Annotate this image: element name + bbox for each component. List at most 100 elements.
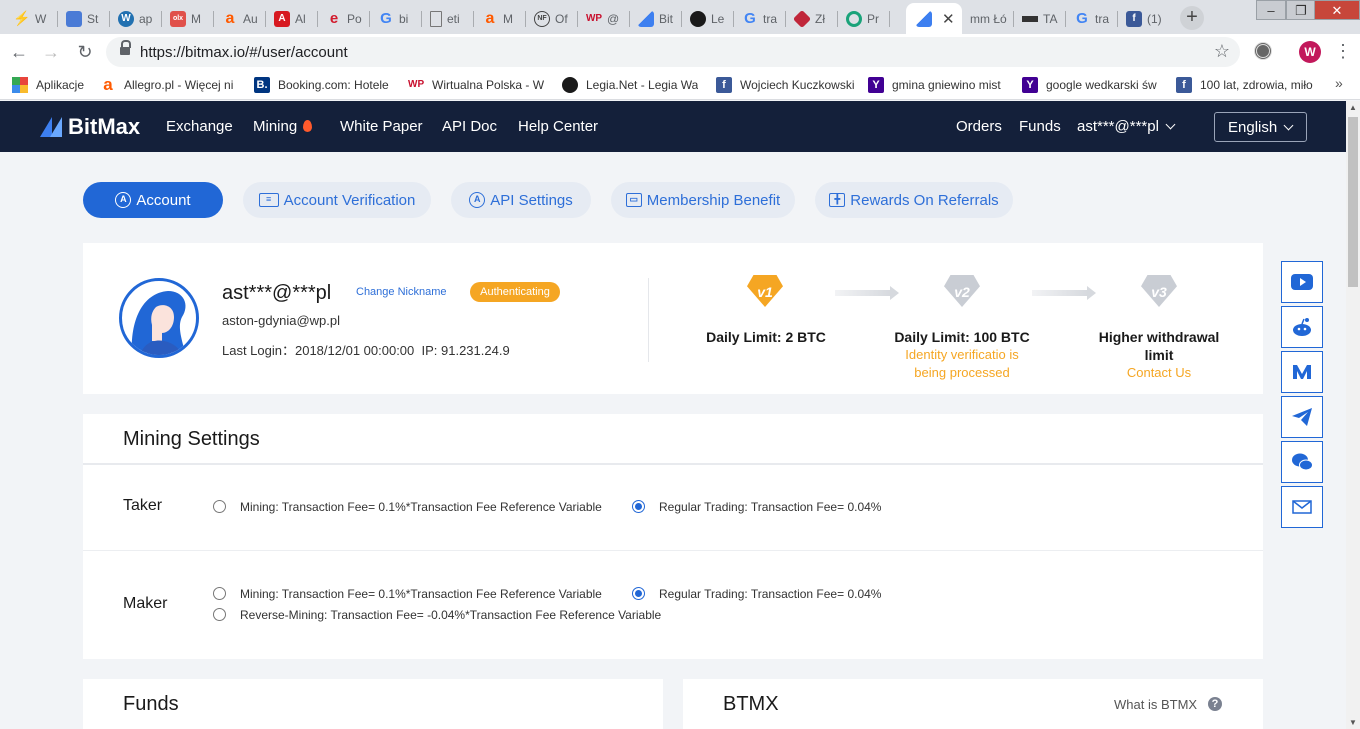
- nav-exchange[interactable]: Exchange: [166, 118, 233, 135]
- url-text[interactable]: https://bitmax.io/#/user/account: [140, 44, 348, 61]
- reddit-icon[interactable]: [1281, 306, 1323, 348]
- browser-tab[interactable]: TA: [1014, 3, 1066, 34]
- account-icon: A: [115, 192, 132, 208]
- tab-account[interactable]: A Account: [83, 182, 223, 218]
- taker-regular-option[interactable]: Regular Trading: Transaction Fee= 0.04%: [659, 500, 881, 514]
- browser-tab[interactable]: Bit: [630, 3, 682, 34]
- mail-icon[interactable]: [1281, 486, 1323, 528]
- browser-tab[interactable]: Le: [682, 3, 734, 34]
- browser-tab[interactable]: G bi: [370, 3, 422, 34]
- apps-grid-icon: [12, 77, 28, 93]
- bookmark-item[interactable]: Y gmina gniewino mist: [868, 76, 1008, 94]
- help-icon[interactable]: ?: [1208, 697, 1222, 711]
- bookmark-star-icon[interactable]: ☆: [1214, 41, 1230, 62]
- mining-settings-title: Mining Settings: [123, 428, 260, 450]
- level-v1-badge: v1: [747, 275, 787, 311]
- minimize-button[interactable]: –: [1256, 0, 1286, 20]
- bookmark-item[interactable]: a Allegro.pl - Więcej ni: [100, 76, 237, 94]
- tab-membership-benefit[interactable]: ▭ Membership Benefit: [611, 182, 795, 218]
- medium-icon[interactable]: [1281, 351, 1323, 393]
- bookmark-item[interactable]: f 100 lat, zdrowia, miło: [1176, 76, 1314, 94]
- bookmark-item[interactable]: Y google wedkarski św: [1022, 76, 1162, 94]
- user-illustration-icon: [131, 291, 186, 355]
- browser-tab[interactable]: f (1): [1118, 3, 1174, 34]
- google-icon: G: [380, 10, 392, 27]
- mining-settings-card: [83, 414, 1263, 659]
- reload-icon[interactable]: ↻: [74, 42, 96, 64]
- language-select[interactable]: English: [1214, 112, 1307, 142]
- browser-tab[interactable]: WP @: [578, 3, 630, 34]
- scroll-down-icon[interactable]: ▼: [1349, 718, 1357, 727]
- browser-tab[interactable]: a Au: [214, 3, 266, 34]
- browser-tab[interactable]: olx M: [162, 3, 214, 34]
- maker-regular-option[interactable]: Regular Trading: Transaction Fee= 0.04%: [659, 587, 881, 601]
- browser-menu-icon[interactable]: ⋮: [1334, 40, 1352, 62]
- bookmark-item[interactable]: WP Wirtualna Polska - W: [408, 76, 544, 94]
- profile-avatar[interactable]: W: [1299, 41, 1321, 63]
- browser-tab[interactable]: e Po: [318, 3, 370, 34]
- new-tab-button[interactable]: +: [1180, 6, 1204, 30]
- bookmarks-overflow-icon[interactable]: »: [1335, 75, 1343, 91]
- back-arrow-icon[interactable]: ←: [8, 42, 30, 64]
- tab-account-verification[interactable]: ≡ Account Verification: [243, 182, 431, 218]
- nav-help-center[interactable]: Help Center: [518, 118, 598, 135]
- wechat-icon[interactable]: [1281, 441, 1323, 483]
- arrow-right-icon: [1032, 286, 1096, 300]
- close-tab-icon[interactable]: ✕: [942, 10, 955, 28]
- tab-api-settings[interactable]: A API Settings: [451, 182, 591, 218]
- nav-mining[interactable]: Mining: [253, 118, 313, 135]
- telegram-icon[interactable]: [1281, 396, 1323, 438]
- scroll-up-icon[interactable]: ▲: [1349, 103, 1357, 112]
- browser-tab[interactable]: mm Łó: [962, 3, 1014, 34]
- maximize-button[interactable]: ❐: [1286, 0, 1316, 20]
- contact-us-link[interactable]: Contact Us: [1110, 364, 1208, 382]
- browser-tab[interactable]: Pr: [838, 3, 890, 34]
- browser-tab[interactable]: ⚡ W: [6, 3, 58, 34]
- bookmark-item[interactable]: B. Booking.com: Hotele: [254, 76, 390, 94]
- bitmax-icon: [916, 10, 932, 27]
- legia-icon: [690, 10, 706, 27]
- browser-tab[interactable]: G tra: [734, 3, 786, 34]
- taker-regular-radio[interactable]: [632, 500, 645, 513]
- maker-mining-radio[interactable]: [213, 587, 226, 600]
- address-bar[interactable]: https://bitmax.io/#/user/account ☆: [106, 37, 1240, 67]
- taker-mining-option[interactable]: Mining: Transaction Fee= 0.1%*Transactio…: [240, 500, 602, 514]
- cube-icon: [792, 9, 812, 28]
- forward-arrow-icon[interactable]: →: [40, 42, 62, 64]
- bookmark-item[interactable]: Aplikacje: [12, 76, 92, 94]
- scrollbar-thumb[interactable]: [1348, 117, 1358, 287]
- bookmark-item[interactable]: f Wojciech Kuczkowski: [716, 76, 856, 94]
- youtube-icon[interactable]: [1281, 261, 1323, 303]
- maker-reverse-mining-option[interactable]: Reverse-Mining: Transaction Fee= -0.04%*…: [240, 608, 661, 622]
- maker-regular-radio[interactable]: [632, 587, 645, 600]
- nav-orders[interactable]: Orders: [956, 118, 1002, 135]
- extension-icon[interactable]: [1254, 42, 1272, 60]
- tab-rewards-on-referrals[interactable]: ╋ Rewards On Referrals: [815, 182, 1013, 218]
- browser-tab[interactable]: St: [58, 3, 110, 34]
- bar-icon: [1022, 15, 1038, 22]
- browser-tab-strip: ⚡ W St W ap olx M a Au A Al e Po G bi et…: [0, 0, 1360, 34]
- bitmax-logo-icon: [40, 117, 64, 137]
- browser-tab[interactable]: eti: [422, 3, 474, 34]
- browser-tab[interactable]: W ap: [110, 3, 162, 34]
- taker-mining-radio[interactable]: [213, 500, 226, 513]
- circle-app-icon: [846, 10, 862, 27]
- browser-tab-active[interactable]: ✕: [906, 3, 962, 34]
- bookmark-item[interactable]: Legia.Net - Legia Wa: [562, 76, 698, 94]
- maker-mining-option[interactable]: Mining: Transaction Fee= 0.1%*Transactio…: [240, 587, 602, 601]
- browser-tab[interactable]: NF Of: [526, 3, 578, 34]
- browser-tab[interactable]: Zł: [786, 3, 838, 34]
- browser-tab[interactable]: G tra: [1066, 3, 1118, 34]
- bitmax-logo[interactable]: BitMax: [40, 114, 140, 140]
- nav-white-paper[interactable]: White Paper: [340, 118, 423, 135]
- nav-funds[interactable]: Funds: [1019, 118, 1061, 135]
- maker-reverse-mining-radio[interactable]: [213, 608, 226, 621]
- browser-tab[interactable]: A Al: [266, 3, 318, 34]
- change-nickname-link[interactable]: Change Nickname: [356, 286, 447, 298]
- nickname: ast***@***pl: [222, 282, 332, 304]
- window-close-button[interactable]: ✕: [1314, 0, 1360, 20]
- browser-tab[interactable]: a M: [474, 3, 526, 34]
- what-is-btmx-link[interactable]: What is BTMX: [1114, 697, 1197, 712]
- user-menu[interactable]: ast***@***pl: [1077, 118, 1176, 135]
- nav-api-doc[interactable]: API Doc: [442, 118, 497, 135]
